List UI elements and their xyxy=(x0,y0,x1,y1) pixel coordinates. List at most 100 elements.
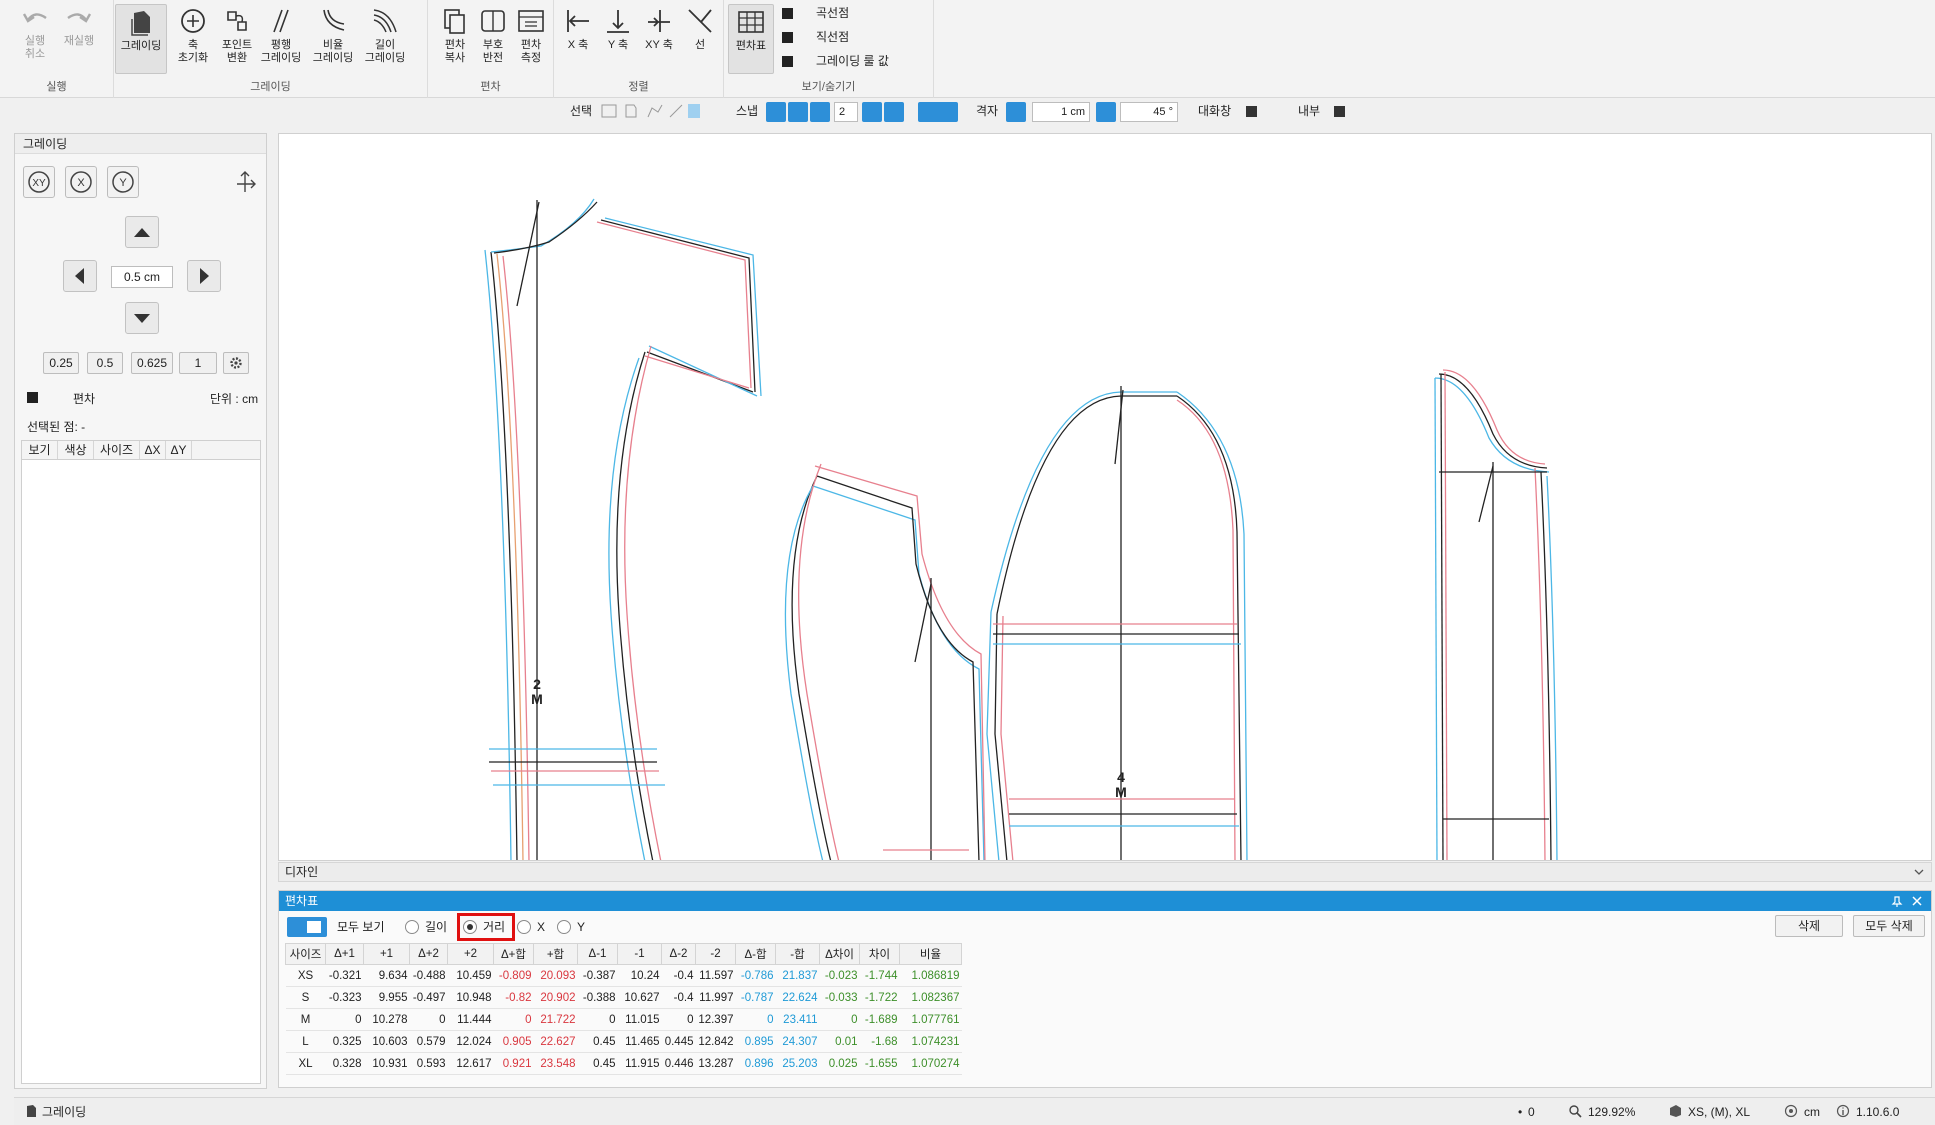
table-row[interactable]: XS -0.321 9.634 -0.488 10.459 -0.809 20.093 -0.… xyxy=(285,964,962,987)
column-header[interactable]: Δ+2 xyxy=(409,943,448,965)
snap-curve-button[interactable] xyxy=(862,102,882,122)
column-header[interactable]: Δ+합 xyxy=(493,943,534,965)
column-header[interactable]: 차이 xyxy=(859,943,900,965)
deviation-checkbox[interactable] xyxy=(27,392,38,403)
table-row[interactable]: XL 0.328 10.931 0.593 12.617 0.921 23.548 0.45 1… xyxy=(285,1052,962,1075)
design-panel-bar[interactable]: 디자인 xyxy=(278,862,1932,882)
zoom-level[interactable]: 129.92% xyxy=(1588,1104,1635,1120)
mode-x-radio[interactable] xyxy=(517,920,531,934)
snap-divisions-input[interactable]: 2 xyxy=(834,102,858,122)
checkbox[interactable] xyxy=(782,8,793,19)
ratio-grading-button[interactable]: 비율 그레이딩 xyxy=(310,4,356,70)
column-header[interactable]: 비율 xyxy=(899,943,962,965)
grade-x-button[interactable]: X xyxy=(65,166,97,198)
preset-0.625-button[interactable]: 0.625 xyxy=(131,352,173,374)
delete-button[interactable]: 삭제 xyxy=(1775,915,1843,937)
unit-icon xyxy=(1784,1104,1798,1118)
mode-distance-radio[interactable] xyxy=(463,920,477,934)
pattern-piece-right[interactable] xyxy=(1434,369,1558,861)
snap-mid-button[interactable] xyxy=(810,102,830,122)
column-header[interactable]: Δ-합 xyxy=(735,943,776,965)
grid-toggle[interactable] xyxy=(1006,102,1026,122)
inner-toggle[interactable] xyxy=(1334,106,1345,117)
column-header[interactable]: -2 xyxy=(695,943,736,965)
column-header[interactable]: -합 xyxy=(775,943,820,965)
align-line-button[interactable]: 선 xyxy=(680,4,720,70)
reset-axis-button[interactable]: 축 초기화 xyxy=(170,4,216,70)
checkbox[interactable] xyxy=(782,32,793,43)
grade-xy-button[interactable]: XY xyxy=(23,166,55,198)
column-header[interactable]: Δ차이 xyxy=(819,943,860,965)
size-range[interactable]: XS, (M), XL xyxy=(1688,1104,1750,1120)
snap-toggle[interactable] xyxy=(918,102,958,122)
svg-text:XY: XY xyxy=(32,178,46,189)
angle-input[interactable]: 45 ° xyxy=(1120,102,1178,122)
step-size-input[interactable]: 0.5 cm xyxy=(111,266,173,288)
point-transform-button[interactable]: 포인트 변환 xyxy=(214,4,260,70)
table-cell: S xyxy=(285,986,326,1009)
preset-1-button[interactable]: 1 xyxy=(179,352,217,374)
table-row[interactable]: M 0 10.278 0 11.444 0 21.722 0 11.015 0 12.397 0 23.… xyxy=(285,1008,962,1031)
pin-icon[interactable] xyxy=(1891,895,1903,907)
pattern-piece-front[interactable] xyxy=(484,198,762,861)
axis-orientation-icon[interactable] xyxy=(233,168,261,196)
zoom-icon xyxy=(1569,1105,1582,1118)
grade-y-button[interactable]: Y xyxy=(107,166,139,198)
parallel-grading-button[interactable]: 평행 그레이딩 xyxy=(258,4,304,70)
move-right-button[interactable] xyxy=(187,260,221,292)
checkbox[interactable] xyxy=(782,56,793,67)
delete-all-button[interactable]: 모두 삭제 xyxy=(1853,915,1925,937)
length-grading-button[interactable]: 길이 그레이딩 xyxy=(362,4,408,70)
column-view[interactable]: 보기 xyxy=(22,441,58,459)
mode-length-radio[interactable] xyxy=(405,920,419,934)
show-all-toggle[interactable] xyxy=(287,917,327,937)
unit[interactable]: cm xyxy=(1804,1104,1820,1120)
mode-y-radio[interactable] xyxy=(557,920,571,934)
pattern-drawing[interactable]: 2 M 4 M xyxy=(279,134,1932,861)
column-header[interactable]: 사이즈 xyxy=(285,943,326,965)
table-row[interactable]: L 0.325 10.603 0.579 12.024 0.905 22.627 0.45 11… xyxy=(285,1030,962,1053)
show-curve-points-toggle[interactable]: 곡선점 xyxy=(778,2,849,24)
column-header[interactable]: Δ+1 xyxy=(325,943,364,965)
move-left-button[interactable] xyxy=(63,260,97,292)
chevron-down-icon[interactable] xyxy=(1913,867,1925,877)
point-grid-body[interactable] xyxy=(21,460,261,1084)
pattern-canvas[interactable]: 2 M 4 M xyxy=(278,133,1932,861)
preset-0.25-button[interactable]: 0.25 xyxy=(43,352,79,374)
close-icon[interactable] xyxy=(1911,895,1923,907)
snap-line-button[interactable] xyxy=(766,102,786,122)
snap-center-button[interactable] xyxy=(884,102,904,122)
show-line-points-toggle[interactable]: 직선점 xyxy=(778,26,849,48)
column-header[interactable]: +1 xyxy=(363,943,410,965)
move-down-button[interactable] xyxy=(125,302,159,334)
column-dx[interactable]: ΔX xyxy=(140,441,166,459)
dialog-toggle[interactable] xyxy=(1246,106,1257,117)
column-dy[interactable]: ΔY xyxy=(166,441,192,459)
show-grading-rule-toggle[interactable]: 그레이딩 룰 값 xyxy=(778,50,889,72)
column-header[interactable]: +2 xyxy=(447,943,494,965)
grid-size-input[interactable]: 1 cm xyxy=(1032,102,1090,122)
column-color[interactable]: 색상 xyxy=(58,441,94,459)
select-filter-icons[interactable] xyxy=(600,102,700,120)
redo-button[interactable]: 재실행 xyxy=(56,4,102,70)
table-cell: -0.4 xyxy=(661,986,696,1009)
table-row[interactable]: S -0.323 9.955 -0.497 10.948 -0.82 20.902 -0.38… xyxy=(285,986,962,1009)
align-xy-button[interactable]: XY 축 xyxy=(638,4,680,70)
move-up-button[interactable] xyxy=(125,216,159,248)
snap-intersect-button[interactable] xyxy=(788,102,808,122)
pattern-piece-side[interactable] xyxy=(784,463,986,861)
align-y-button[interactable]: Y 축 xyxy=(598,4,638,70)
column-header[interactable]: +합 xyxy=(533,943,578,965)
angle-snap-toggle[interactable] xyxy=(1096,102,1116,122)
column-header[interactable]: Δ-2 xyxy=(661,943,696,965)
preset-0.5-button[interactable]: 0.5 xyxy=(87,352,123,374)
column-header[interactable]: -1 xyxy=(617,943,662,965)
grading-button[interactable]: 그레이딩 xyxy=(115,4,167,74)
undo-button[interactable]: 실행 취소 xyxy=(12,4,58,70)
measure-deviation-button[interactable]: 편차 측정 xyxy=(508,4,554,70)
preset-settings-button[interactable] xyxy=(223,352,249,374)
deviation-table-toggle[interactable]: 편차표 xyxy=(728,4,774,74)
column-size[interactable]: 사이즈 xyxy=(94,441,140,459)
column-header[interactable]: Δ-1 xyxy=(577,943,618,965)
align-x-button[interactable]: X 축 xyxy=(558,4,598,70)
